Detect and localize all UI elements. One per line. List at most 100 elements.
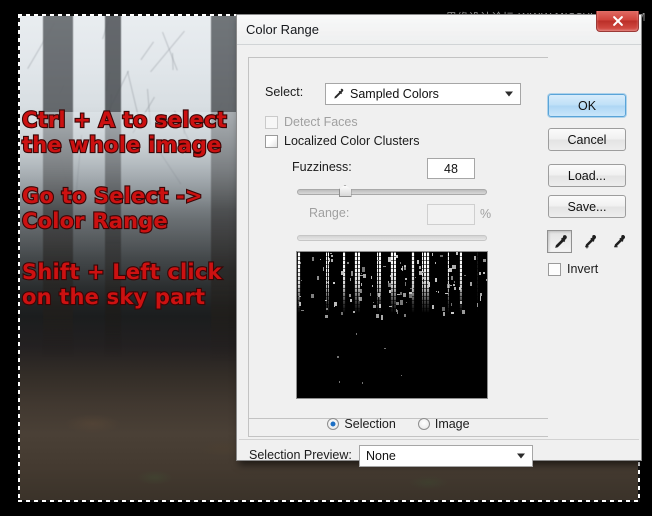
localized-color-clusters-checkbox[interactable] (265, 135, 278, 148)
select-dropdown[interactable]: Sampled Colors (325, 83, 521, 105)
save-button[interactable]: Save... (548, 195, 626, 218)
mask-speck (396, 255, 398, 258)
mask-speck (435, 262, 436, 264)
mask-speck (325, 300, 327, 301)
mask-specks (297, 252, 487, 398)
annotation-block: Shift + Left click on the sky part (22, 260, 252, 310)
radio-selection[interactable]: Selection (327, 417, 395, 431)
radio-selection-label: Selection (344, 417, 395, 431)
mask-speck (462, 310, 465, 314)
mask-speck (451, 276, 453, 280)
ok-button[interactable]: OK (548, 94, 626, 117)
mask-speck (323, 267, 324, 270)
annotation-block: Go to Select -> Color Range (22, 184, 252, 234)
eyedropper-subtract-icon[interactable] (605, 230, 630, 253)
close-icon[interactable] (596, 11, 639, 32)
eyedropper-icon[interactable] (547, 230, 572, 253)
mask-speck (299, 302, 301, 306)
eyedropper-add-icon[interactable] (576, 230, 601, 253)
select-label: Select: (265, 85, 303, 99)
load-button[interactable]: Load... (548, 164, 626, 187)
dialog-titlebar[interactable]: Color Range (237, 15, 641, 45)
color-range-dialog: Color Range Select: Sampled Colors Detec… (236, 14, 642, 461)
mask-speck (362, 267, 365, 271)
mask-speck (423, 271, 425, 273)
mask-speck (328, 265, 329, 267)
mask-speck (361, 273, 362, 274)
invert-checkbox[interactable] (548, 263, 561, 276)
mask-speck (401, 268, 403, 270)
mask-speck (331, 259, 333, 262)
mask-speck (435, 278, 437, 282)
mask-speck (470, 282, 472, 286)
mask-speck (477, 303, 478, 307)
mask-speck (436, 291, 438, 292)
mask-speck (376, 314, 379, 318)
mask-speck (370, 293, 372, 296)
fuzziness-input[interactable]: 48 (427, 158, 475, 179)
mask-speck (371, 276, 372, 280)
mask-speck (379, 304, 381, 308)
mask-speck (445, 293, 448, 294)
radio-image-dot[interactable] (418, 418, 430, 430)
mask-speck (383, 266, 386, 268)
annotation-line: Ctrl + A to select (22, 108, 252, 133)
eyedropper-icon (332, 88, 344, 100)
screenshot-root: Ctrl + A to select the whole image Go to… (0, 0, 652, 516)
mask-speck (363, 274, 366, 278)
mask-speck (360, 289, 363, 293)
mask-speck (401, 375, 403, 377)
mask-speck (397, 294, 399, 295)
mask-speck (350, 278, 351, 281)
mask-speck (406, 302, 407, 303)
mask-speck (300, 262, 301, 265)
radio-selection-dot[interactable] (327, 418, 339, 430)
invert-row[interactable]: Invert (548, 262, 598, 276)
selection-preview-row: Selection Preview: (249, 448, 360, 462)
mask-speck (373, 302, 374, 303)
fuzziness-slider-track (297, 189, 487, 195)
selection-preview-dropdown[interactable]: None (359, 445, 533, 467)
mask-speck (372, 285, 373, 287)
mask-speck (405, 278, 408, 280)
mask-speck (451, 312, 454, 313)
mask-speck (452, 265, 455, 269)
mask-speck (341, 271, 344, 275)
mask-speck (378, 293, 380, 296)
mask-preview[interactable] (296, 251, 488, 399)
mask-speck (334, 306, 335, 308)
cancel-button[interactable]: Cancel (548, 128, 626, 151)
mask-speck (405, 282, 406, 286)
mask-speck (422, 282, 424, 284)
mask-speck (329, 258, 331, 262)
mask-speck (301, 310, 304, 311)
mask-speck (299, 296, 301, 297)
mask-speck (422, 277, 424, 280)
radio-image[interactable]: Image (418, 417, 470, 431)
mask-speck (333, 282, 335, 284)
mask-speck (360, 275, 363, 276)
localized-color-clusters-row[interactable]: Localized Color Clusters (265, 134, 419, 148)
mask-speck (486, 279, 488, 281)
mask-speck (326, 308, 328, 310)
dialog-title: Color Range (246, 22, 319, 37)
selection-preview-label: Selection Preview: (249, 448, 352, 462)
annotation-block: Ctrl + A to select the whole image (22, 108, 252, 158)
mask-speck (456, 252, 458, 255)
mask-speck (440, 255, 443, 256)
select-row: Select: (265, 85, 311, 99)
mask-speck (373, 305, 376, 308)
annotation-overlay: Ctrl + A to select the whole image Go to… (22, 108, 252, 336)
mask-speck (454, 287, 456, 290)
mask-speck (301, 280, 302, 281)
detect-faces-label: Detect Faces (284, 115, 358, 129)
mask-speck (397, 310, 398, 314)
select-value: Sampled Colors (350, 87, 439, 101)
mask-speck (442, 307, 445, 311)
mask-speck (403, 293, 406, 297)
fuzziness-slider-thumb[interactable] (339, 185, 352, 197)
mask-speck (459, 287, 461, 289)
mask-speck (409, 294, 411, 298)
range-row: Range: (309, 206, 349, 220)
fuzziness-slider[interactable] (297, 184, 487, 198)
